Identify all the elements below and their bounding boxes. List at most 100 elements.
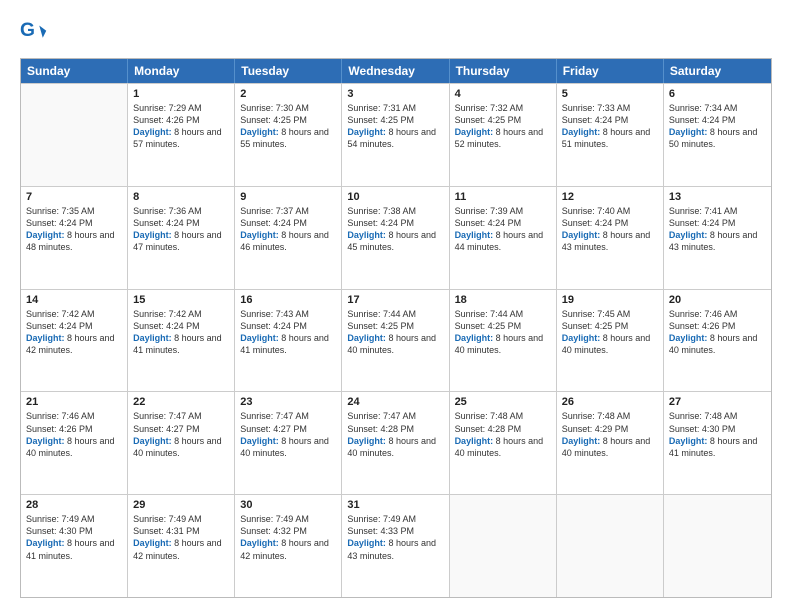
sunrise-text: Sunrise: 7:42 AM [133,309,202,319]
cal-cell: 28 Sunrise: 7:49 AMSunset: 4:30 PMDayligh… [21,495,128,597]
cell-day-number: 26 [562,396,658,408]
cell-day-number: 9 [240,191,336,203]
cal-cell: 31Sunrise: 7:49 AMSunset: 4:33 PMDayligh… [342,495,449,597]
daylight-label: Daylight: [562,230,603,240]
sunrise-text: Sunrise: 7:37 AM [240,206,309,216]
cal-cell: 29Sunrise: 7:49 AMSunset: 4:31 PMDayligh… [128,495,235,597]
sunset-text: Sunset: 4:32 PM [240,526,307,536]
sunrise-text: Sunrise: 7:43 AM [240,309,309,319]
sunset-text: Sunset: 4:24 PM [240,321,307,331]
cal-cell: 24Sunrise: 7:47 AMSunset: 4:28 PMDayligh… [342,392,449,494]
calendar-page: G SundayMondayTuesdayWednesdayThursdayFr… [0,0,792,612]
daylight-label: Daylight: [455,436,496,446]
cell-sun-info: Sunrise: 7:39 AMSunset: 4:24 PMDaylight:… [455,205,551,254]
cell-day-number: 13 [669,191,766,203]
cell-day-number: 8 [133,191,229,203]
cell-sun-info: Sunrise: 7:48 AMSunset: 4:30 PMDaylight:… [669,410,766,459]
cell-day-number: 14 [26,294,122,306]
cal-cell: 7Sunrise: 7:35 AMSunset: 4:24 PMDaylight… [21,187,128,289]
cell-day-number: 20 [669,294,766,306]
daylight-label: Daylight: [562,127,603,137]
sunrise-text: Sunrise: 7:48 AM [562,411,631,421]
sunset-text: Sunset: 4:24 PM [669,218,736,228]
cell-day-number: 18 [455,294,551,306]
cell-day-number: 11 [455,191,551,203]
cell-sun-info: Sunrise: 7:43 AM Sunset: 4:24 PM Daylight:… [240,308,336,357]
page-header: G [20,18,772,50]
weekday-header-tuesday: Tuesday [235,59,342,83]
cell-sun-info: Sunrise: 7:48 AMSunset: 4:28 PMDaylight:… [455,410,551,459]
cell-day-number: 16 [240,294,336,306]
sunset-text: Sunset: 4:24 PM [669,115,736,125]
calendar-row-1: 1Sunrise: 7:29 AMSunset: 4:26 PMDaylight… [21,83,771,186]
cal-cell: 14Sunrise: 7:42 AMSunset: 4:24 PMDayligh… [21,290,128,392]
cell-sun-info: Sunrise: 7:34 AMSunset: 4:24 PMDaylight:… [669,102,766,151]
cal-cell: 17Sunrise: 7:44 AMSunset: 4:25 PMDayligh… [342,290,449,392]
sunset-text: Sunset: 4:26 PM [26,424,93,434]
cal-cell: 22 Sunrise: 7:47 AMSunset: 4:27 PMDayligh… [128,392,235,494]
calendar-row-4: 21 Sunrise: 7:46 AM Sunset: 4:26 PM Dayligh… [21,391,771,494]
calendar-header: SundayMondayTuesdayWednesdayThursdayFrid… [21,59,771,83]
logo-icon: G [20,22,48,50]
sunrise-text: Sunrise: 7:46 AM [26,411,95,421]
sunset-text: Sunset: 4:30 PM [669,424,736,434]
sunrise-text: Sunrise: 7:49 AM [26,514,95,524]
daylight-label: Daylight: [240,230,281,240]
cell-sun-info: Sunrise: 7:33 AMSunset: 4:24 PMDaylight:… [562,102,658,151]
cal-cell: 3Sunrise: 7:31 AMSunset: 4:25 PMDaylight… [342,84,449,186]
cal-cell: 25Sunrise: 7:48 AMSunset: 4:28 PMDayligh… [450,392,557,494]
sunset-text: Sunset: 4:28 PM [347,424,414,434]
daylight-label: Daylight: [347,333,388,343]
sunset-text: Sunset: 4:25 PM [347,321,414,331]
cell-sun-info: Sunrise: 7:49 AMSunset: 4:31 PMDaylight:… [133,513,229,562]
sunrise-text: Sunrise: 7:44 AM [455,309,524,319]
daylight-label: Daylight: [133,333,174,343]
cal-cell: 5Sunrise: 7:33 AMSunset: 4:24 PMDaylight… [557,84,664,186]
daylight-label: Daylight: [347,230,388,240]
daylight-label: Daylight: [455,333,496,343]
daylight-label: Daylight: [347,127,388,137]
cell-day-number: 3 [347,88,443,100]
sunrise-text: Sunrise: 7:42 AM [26,309,95,319]
calendar-body: 1Sunrise: 7:29 AMSunset: 4:26 PMDaylight… [21,83,771,597]
cell-day-number: 19 [562,294,658,306]
daylight-label: Daylight: [26,436,67,446]
cell-sun-info: Sunrise: 7:40 AMSunset: 4:24 PMDaylight:… [562,205,658,254]
cal-cell: 12 Sunrise: 7:40 AMSunset: 4:24 PMDayligh… [557,187,664,289]
cell-day-number: 30 [240,499,336,511]
sunrise-text: Sunrise: 7:34 AM [669,103,738,113]
cal-cell: 30Sunrise: 7:49 AMSunset: 4:32 PMDayligh… [235,495,342,597]
calendar-row-3: 14 Sunrise: 7:42 AM Sunset: 4:24 PM Dayligh… [21,289,771,392]
sunset-text: Sunset: 4:26 PM [133,115,200,125]
sunrise-text: Sunrise: 7:46 AM [669,309,738,319]
cal-cell: 4Sunrise: 7:32 AMSunset: 4:25 PMDaylight… [450,84,557,186]
daylight-label: Daylight: [26,333,67,343]
cell-sun-info: Sunrise: 7:47 AMSunset: 4:27 PMDaylight:… [133,410,229,459]
cal-cell: 18 Sunrise: 7:44 AMSunset: 4:25 PMDayligh… [450,290,557,392]
sunset-text: Sunset: 4:27 PM [240,424,307,434]
daylight-label: Daylight: [347,538,388,548]
cal-cell: 15Sunrise: 7:42 AMSunset: 4:24 PMDayligh… [128,290,235,392]
cell-sun-info: Sunrise: 7:49 AMSunset: 4:30 PMDaylight:… [26,513,122,562]
cell-day-number: 28 [26,499,122,511]
cal-cell: 6Sunrise: 7:34 AMSunset: 4:24 PMDaylight… [664,84,771,186]
cal-cell: 21 Sunrise: 7:46 AM Sunset: 4:26 PM Dayligh… [21,392,128,494]
cell-day-number: 12 [562,191,658,203]
cell-sun-info: Sunrise: 7:29 AMSunset: 4:26 PMDaylight:… [133,102,229,151]
cell-day-number: 22 [133,396,229,408]
cal-cell: 16 Sunrise: 7:43 AM Sunset: 4:24 PM Dayligh… [235,290,342,392]
sunset-text: Sunset: 4:25 PM [347,115,414,125]
cell-sun-info: Sunrise: 7:44 AMSunset: 4:25 PMDaylight:… [455,308,551,357]
weekday-header-saturday: Saturday [664,59,771,83]
weekday-header-friday: Friday [557,59,664,83]
daylight-label: Daylight: [240,436,281,446]
cell-sun-info: Sunrise: 7:46 AM Sunset: 4:26 PM Daylight:… [26,410,122,459]
cal-cell: 27Sunrise: 7:48 AMSunset: 4:30 PMDayligh… [664,392,771,494]
sunrise-text: Sunrise: 7:47 AM [240,411,309,421]
logo: G [20,22,50,50]
cell-sun-info: Sunrise: 7:45 AMSunset: 4:25 PMDaylight:… [562,308,658,357]
cell-day-number: 21 [26,396,122,408]
daylight-label: Daylight: [240,333,281,343]
calendar-row-5: 28 Sunrise: 7:49 AMSunset: 4:30 PMDayligh… [21,494,771,597]
sunrise-text: Sunrise: 7:41 AM [669,206,738,216]
